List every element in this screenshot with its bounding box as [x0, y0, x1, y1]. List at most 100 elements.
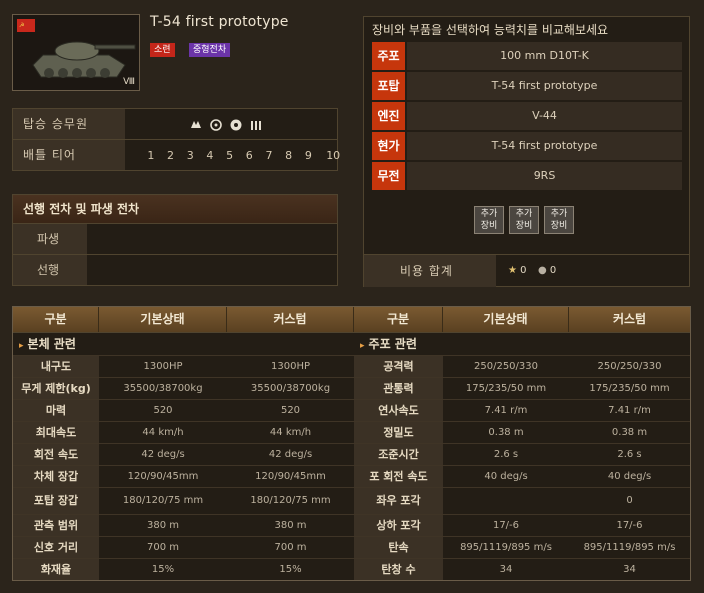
add-equipment-button-2[interactable]: 추가 장비 — [509, 206, 539, 234]
stat-value: 520 — [153, 404, 173, 416]
stat-value: 120/90/45mm — [127, 470, 199, 482]
module-row-turret[interactable]: 포탑 T-54 first prototype — [372, 72, 682, 100]
stat-value: 7.41 r/m — [484, 404, 528, 416]
tier-num: 6 — [245, 148, 253, 162]
stat-value: 520 — [280, 404, 301, 416]
stat-value: 895/1119/895 m/s — [583, 541, 676, 553]
stat-value: 15% — [151, 563, 175, 575]
loader-icon — [251, 121, 261, 130]
tier-mark: Ⅷ — [123, 77, 135, 87]
stat-value: 0.38 m — [611, 426, 648, 438]
gold-cost: ★ 0 — [508, 265, 527, 276]
crew-label: 탑승 승무원 — [13, 109, 125, 139]
module-row-suspension[interactable]: 현가 T-54 first prototype — [372, 132, 682, 160]
add-equipment-button-3[interactable]: 추가 장비 — [544, 206, 574, 234]
add-equipment-button-1[interactable]: 추가 장비 — [474, 206, 504, 234]
commander-icon — [191, 121, 201, 128]
module-tag: 포탑 — [372, 72, 405, 100]
gold-value: 0 — [520, 265, 527, 276]
add-button-line1: 추가 — [480, 209, 498, 219]
stat-value: 42 deg/s — [268, 448, 313, 460]
crew-row: 탑승 승무원 — [12, 108, 338, 140]
section-label: 주포 관련 — [368, 337, 417, 351]
stat-label: 관통력 — [354, 378, 443, 399]
tank-image: ☭ Ⅷ — [12, 14, 140, 91]
add-button-line2: 장비 — [550, 221, 568, 231]
col-header: 구분 — [13, 307, 99, 332]
table-row: 내구도 1300HP 1300HP 공격력 250/250/330 250/250/330 — [13, 355, 690, 377]
stat-value: 895/1119/895 m/s — [460, 541, 552, 553]
gunner-icon — [210, 119, 222, 131]
preceding-label: 선행 — [13, 255, 87, 285]
stat-value: 1300HP — [143, 360, 183, 372]
module-tag: 엔진 — [372, 102, 405, 130]
tier-roman: Ⅷ — [123, 77, 135, 87]
class-badge: 중형전차 — [189, 43, 231, 57]
stat-value: 0.38 m — [488, 426, 524, 438]
stat-label: 무게 제한(kg) — [13, 378, 99, 399]
module-value[interactable]: 9RS — [407, 162, 682, 190]
stat-label: 마력 — [13, 400, 99, 421]
module-tag: 무전 — [372, 162, 405, 190]
table-row: 차체 장갑 120/90/45mm 120/90/45mm 포 회전 속도 40 deg… — [13, 465, 690, 487]
stat-value: 250/250/330 — [474, 360, 538, 372]
battle-tier-label: 배틀 티어 — [13, 140, 125, 170]
tier-num: 5 — [226, 148, 234, 162]
module-row-radio[interactable]: 무전 9RS — [372, 162, 682, 190]
module-value[interactable]: T-54 first prototype — [407, 132, 682, 160]
stat-value: 44 km/h — [269, 426, 312, 438]
stat-value: 35500/38700kg — [123, 382, 203, 394]
stat-value: 2.6 s — [617, 448, 642, 460]
module-value[interactable]: V-44 — [407, 102, 682, 130]
stat-value: 1300HP — [271, 360, 310, 372]
section-hull: ▸ 본체 관련 — [13, 333, 354, 355]
module-value[interactable]: 100 mm D10T-K — [407, 42, 682, 70]
bullet-icon: ▸ — [19, 341, 24, 351]
cost-row: 비용 합계 ★ 0 ● 0 — [364, 254, 689, 287]
section-gun: ▸ 주포 관련 — [354, 333, 690, 355]
stat-value: 250/250/330 — [597, 360, 662, 372]
stat-value: 2.6 s — [493, 448, 519, 460]
nation-badge: 소련 — [150, 43, 175, 57]
stat-value: 7.41 r/m — [608, 404, 651, 416]
tank-tree-panel: 선행 전차 및 파생 전차 파생 선행 — [12, 194, 338, 286]
table-row: 관측 범위 380 m 380 m 상하 포각 17/-6 17/-6 — [13, 514, 690, 536]
tank-tree-title: 선행 전차 및 파생 전차 — [13, 195, 337, 223]
derived-row: 파생 — [13, 223, 337, 254]
stat-label: 탄창 수 — [354, 559, 443, 580]
stat-value: 15% — [279, 563, 302, 575]
stats-table: 구분 기본상태 커스텀 구분 기본상태 커스텀 ▸ 본체 관련 ▸ 주포 관련 내구… — [12, 306, 691, 581]
stat-value: 44 km/h — [142, 426, 184, 438]
module-row-gun[interactable]: 주포 100 mm D10T-K — [372, 42, 682, 70]
module-value[interactable]: T-54 first prototype — [407, 72, 682, 100]
tier-num: 8 — [285, 148, 293, 162]
tier-num: 1 — [147, 148, 155, 162]
svg-text:☭: ☭ — [19, 22, 24, 29]
cost-label: 비용 합계 — [364, 255, 496, 287]
gold-star-icon: ★ — [508, 265, 517, 276]
module-row-engine[interactable]: 엔진 V-44 — [372, 102, 682, 130]
tier-num: 4 — [206, 148, 214, 162]
stat-label: 연사속도 — [354, 400, 443, 421]
add-button-line1: 추가 — [515, 209, 533, 219]
tier-num: 7 — [265, 148, 273, 162]
stat-value: 42 deg/s — [141, 448, 185, 460]
credit-cost: ● 0 — [538, 265, 556, 276]
stat-value: 180/120/75 mm — [250, 495, 331, 506]
table-row: 최대속도 44 km/h 44 km/h 정밀도 0.38 m 0.38 m — [13, 421, 690, 443]
stat-label: 포 회전 속도 — [354, 466, 443, 487]
stat-value: 40 deg/s — [607, 470, 652, 482]
equipment-compare-panel: 장비와 부품을 선택하여 능력치를 비교해보세요 주포 100 mm D10T-… — [363, 16, 690, 287]
stat-value: 700 m — [146, 541, 179, 553]
stat-label: 회전 속도 — [13, 444, 99, 465]
stat-label: 신호 거리 — [13, 537, 99, 558]
stat-value: 34 — [499, 563, 513, 575]
table-row: 포탑 장갑 180/120/75 mm 180/120/75 mm 좌우 포각 0 — [13, 487, 690, 514]
stat-value: 700 m — [274, 541, 307, 553]
stat-label: 좌우 포각 — [354, 488, 443, 514]
stats-header-row: 구분 기본상태 커스텀 구분 기본상태 커스텀 — [13, 307, 690, 332]
preceding-row: 선행 — [13, 254, 337, 285]
derived-label: 파생 — [13, 224, 87, 254]
stat-value: 17/-6 — [616, 519, 643, 531]
stat-label: 정밀도 — [354, 422, 443, 443]
